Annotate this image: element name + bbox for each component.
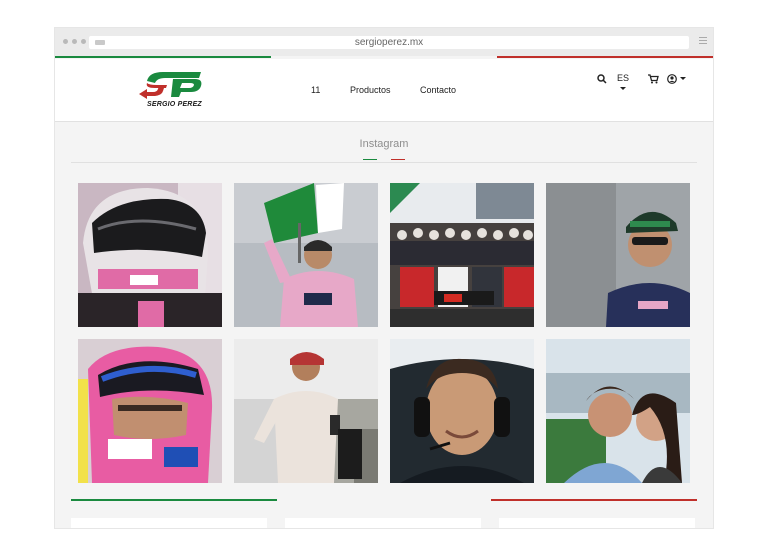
language-label: ES <box>617 73 630 83</box>
footer-card <box>71 518 267 528</box>
chevron-down-icon <box>620 87 626 91</box>
photo-couple-beach[interactable] <box>546 339 690 483</box>
photo-helmet-pink[interactable] <box>78 183 222 327</box>
user-icon <box>667 74 677 84</box>
flag-line-red <box>497 56 713 58</box>
nav-item-11[interactable]: 11 <box>311 85 320 95</box>
photo-team-group[interactable] <box>390 183 534 327</box>
site-header: SERGIO PEREZ 11 Productos Contacto ES <box>55 59 713 122</box>
photo-pitlane[interactable] <box>234 339 378 483</box>
logo-wordmark: SERGIO PEREZ <box>147 101 202 108</box>
photo-podium-flag[interactable] <box>234 183 378 327</box>
user-menu[interactable] <box>667 74 686 86</box>
footer-line-green <box>71 499 277 501</box>
browser-chrome: sergioperez.mx <box>55 28 713 56</box>
search-icon[interactable] <box>597 74 607 86</box>
cart-icon[interactable] <box>648 74 659 86</box>
photo-helmet-closeup[interactable] <box>78 339 222 483</box>
window-dot[interactable] <box>63 39 68 44</box>
nav-item-productos[interactable]: Productos <box>350 85 391 95</box>
footer-card <box>499 518 695 528</box>
footer-card <box>285 518 481 528</box>
browser-window: sergioperez.mx SERGIO PEREZ 11 Productos… <box>55 28 713 528</box>
nav-item-contacto[interactable]: Contacto <box>420 85 456 95</box>
title-underline-green <box>363 159 377 160</box>
title-underline-red <box>391 159 405 160</box>
window-dot[interactable] <box>72 39 77 44</box>
window-controls <box>63 39 86 44</box>
photo-cap-portrait[interactable] <box>546 183 690 327</box>
section-title: Instagram <box>359 138 409 150</box>
url-text: sergioperez.mx <box>354 37 424 48</box>
browser-menu-icon[interactable] <box>699 37 707 46</box>
window-dot[interactable] <box>81 39 86 44</box>
favicon-icon <box>95 40 105 45</box>
language-selector[interactable]: ES <box>617 73 629 93</box>
photo-selfie-cockpit[interactable] <box>390 339 534 483</box>
section-divider <box>71 162 697 163</box>
chevron-down-icon <box>680 77 686 80</box>
address-bar[interactable]: sergioperez.mx <box>89 36 689 49</box>
footer-line-red <box>491 499 697 501</box>
flag-line-green <box>55 56 271 58</box>
